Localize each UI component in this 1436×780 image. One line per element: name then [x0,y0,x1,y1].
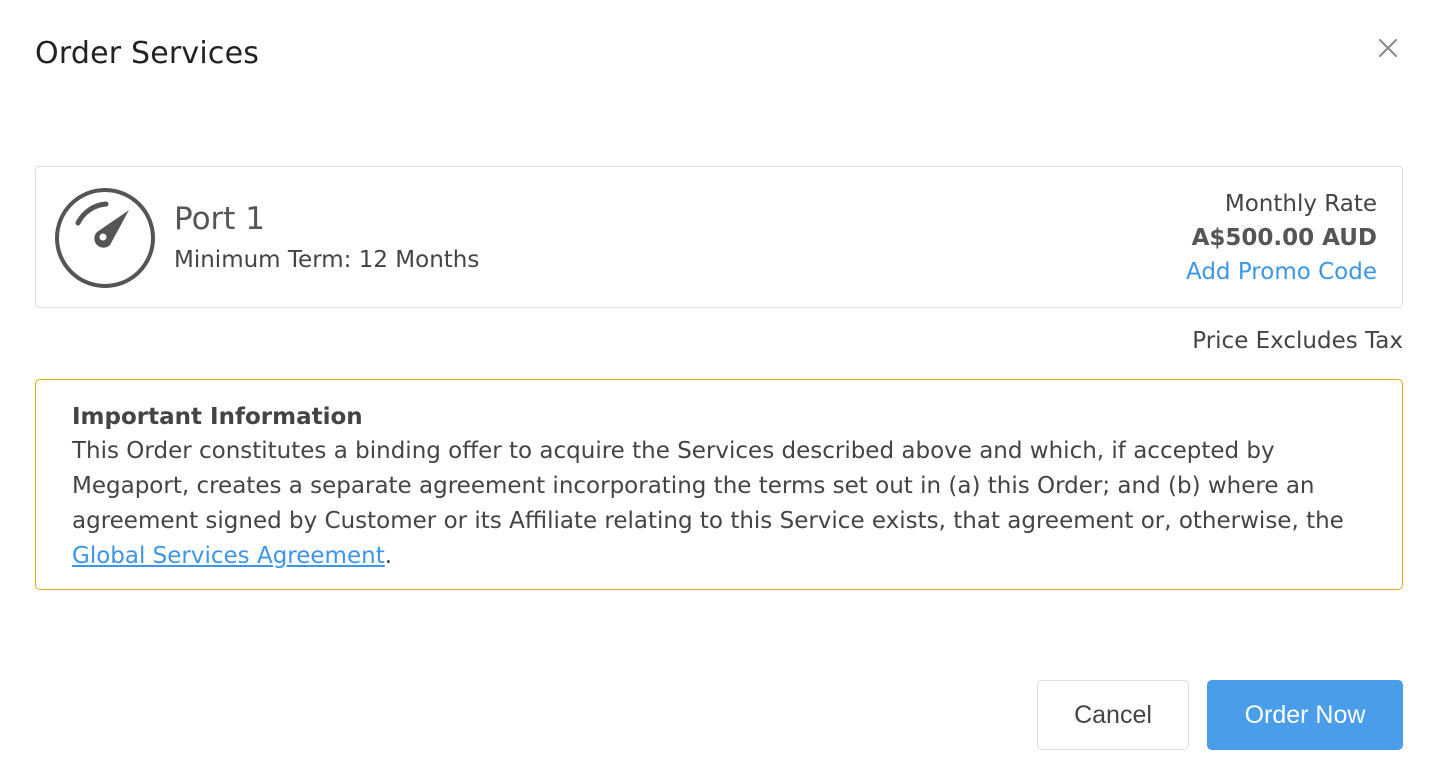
important-information-text: This Order constitutes a binding offer t… [72,438,1344,534]
order-services-dialog: Order Services Port 1 Minimum Term: 12 M… [0,0,1436,780]
important-information-title: Important Information [72,404,363,430]
add-promo-code-link[interactable]: Add Promo Code [1186,255,1377,289]
service-name: Port 1 [174,201,266,237]
service-card: Port 1 Minimum Term: 12 Months Monthly R… [35,166,1403,308]
rate-block: Monthly Rate A$500.00 AUD Add Promo Code [1186,187,1377,289]
order-now-button[interactable]: Order Now [1207,680,1403,750]
price-excludes-tax-note: Price Excludes Tax [1192,328,1403,354]
dialog-title: Order Services [35,36,260,71]
monthly-rate-label: Monthly Rate [1224,191,1377,217]
important-information-box: Important Information This Order constit… [35,379,1403,590]
monthly-rate-value: A$500.00 AUD [1191,225,1377,251]
global-services-agreement-link[interactable]: Global Services Agreement [72,543,385,569]
speedometer-icon [54,187,156,289]
close-icon[interactable] [1376,36,1400,60]
important-information-suffix: . [384,543,393,569]
cancel-button[interactable]: Cancel [1037,680,1189,750]
minimum-term: Minimum Term: 12 Months [174,247,480,273]
important-information-body: This Order constitutes a binding offer t… [72,434,1366,574]
